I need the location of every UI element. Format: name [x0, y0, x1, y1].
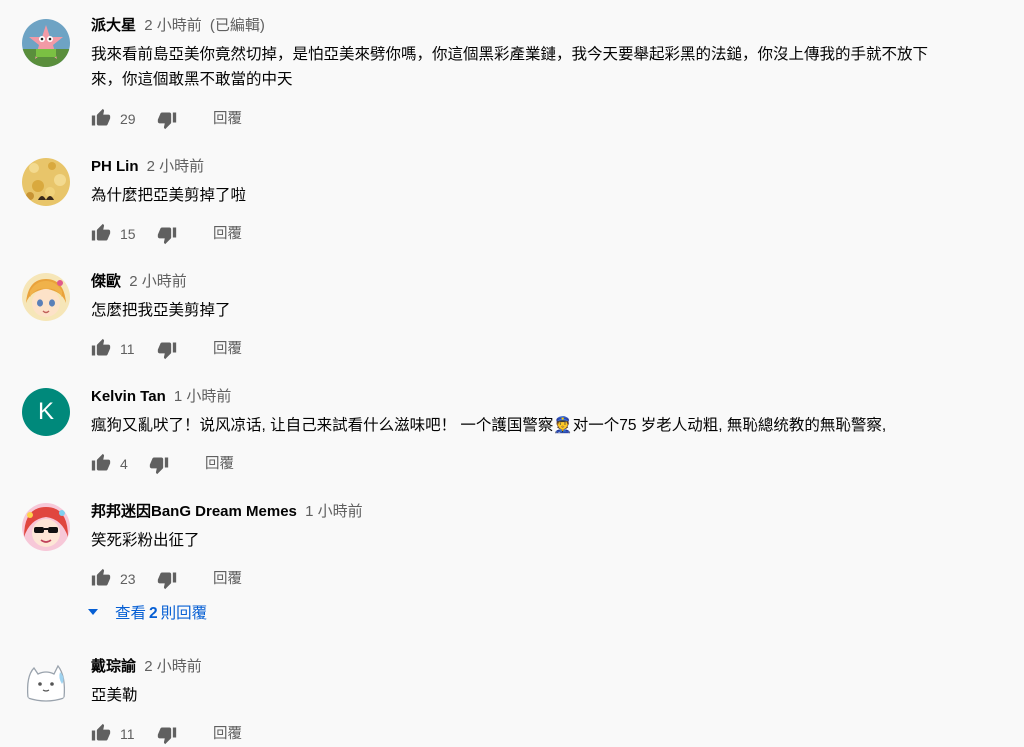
thumbs-up-icon[interactable] [91, 568, 111, 588]
avatar[interactable]: K [22, 388, 70, 436]
comment-time[interactable]: 1 小時前 [174, 388, 232, 405]
comment-text-line: 亞美勒 [91, 687, 138, 704]
thumbs-up-icon[interactable] [91, 108, 111, 128]
comment-actions: 11 回覆 [91, 338, 1024, 362]
like-count: 11 [120, 341, 135, 357]
comment-time[interactable]: 2 小時前 [144, 658, 202, 675]
comment-time[interactable]: 1 小時前 [305, 503, 363, 520]
comment-author[interactable]: 戴琮諭 [91, 658, 136, 675]
comment-text-line: 瘋狗又亂吠了！说风凉话, 让自己来試看什么滋味吧！ 一个護国警察👮对一个75 岁… [91, 417, 887, 434]
view-replies-suffix: 則回覆 [160, 605, 208, 622]
comment-time[interactable]: 2 小時前 [144, 17, 202, 34]
like-count: 4 [120, 456, 128, 472]
thumbs-up-icon[interactable] [91, 223, 111, 243]
reply-button[interactable]: 回覆 [213, 725, 242, 743]
reply-button[interactable]: 回覆 [213, 570, 242, 588]
avatar[interactable] [22, 658, 70, 706]
thumbs-down-icon[interactable] [149, 455, 169, 475]
comment-author[interactable]: 邦邦迷因BanG Dream Memes [91, 503, 297, 520]
avatar[interactable] [22, 19, 70, 67]
comment-text: 為什麼把亞美剪掉了啦 [91, 183, 1024, 208]
comment-text-line: 來，你這個敢黑不敢當的中天 [91, 71, 293, 88]
comment-author[interactable]: 派大星 [91, 17, 136, 34]
comment-text: 笑死彩粉出征了 [91, 528, 1024, 553]
comment-text-line: 為什麼把亞美剪掉了啦 [91, 187, 247, 204]
like-count: 11 [120, 726, 135, 742]
comment-text: 亞美勒 [91, 683, 1024, 708]
thumbs-up-icon[interactable] [91, 723, 111, 743]
comment-actions: 23 回覆 [91, 568, 1024, 592]
comment-actions: 11 回覆 [91, 723, 1024, 747]
avatar-letter: K [37, 398, 54, 425]
chevron-down-icon [88, 609, 98, 616]
view-replies-button[interactable]: 查看 2 則回覆 [88, 604, 207, 624]
view-replies-count: 2 [149, 605, 158, 622]
thumbs-down-icon[interactable] [157, 225, 177, 245]
like-count: 15 [120, 226, 136, 242]
like-count: 23 [120, 571, 136, 587]
comment-actions: 15 回覆 [91, 223, 1024, 247]
avatar[interactable] [22, 503, 70, 551]
avatar[interactable] [22, 158, 70, 206]
view-replies-prefix: 查看 [115, 605, 147, 622]
comment-author[interactable]: Kelvin Tan [91, 388, 166, 405]
thumbs-up-icon[interactable] [91, 453, 111, 473]
comment-actions: 4 回覆 [91, 453, 1024, 477]
reply-button[interactable]: 回覆 [213, 110, 242, 128]
comment-text-line: 我來看前島亞美你竟然切掉，是怕亞美來劈你嗎，你這個黑彩產業鏈，我今天要舉起彩黑的… [91, 46, 929, 63]
comment-author[interactable]: PH Lin [91, 158, 139, 175]
comment-text: 怎麼把我亞美剪掉了 [91, 298, 1024, 323]
reply-button[interactable]: 回覆 [213, 340, 242, 358]
comment-actions: 29 回覆 [91, 108, 1024, 132]
comment-text: 我來看前島亞美你竟然切掉，是怕亞美來劈你嗎，你這個黑彩產業鏈，我今天要舉起彩黑的… [91, 42, 1024, 92]
comment-time[interactable]: 2 小時前 [129, 273, 187, 290]
edited-label: (已編輯) [209, 17, 265, 34]
avatar[interactable] [22, 273, 70, 321]
comment-text-line: 笑死彩粉出征了 [91, 532, 200, 549]
comment-text: 瘋狗又亂吠了！说风凉话, 让自己来試看什么滋味吧！ 一个護国警察👮对一个75 岁… [91, 413, 1024, 438]
comment-author[interactable]: 傑歐 [91, 273, 121, 290]
comment-text-line: 怎麼把我亞美剪掉了 [91, 302, 231, 319]
comment-time[interactable]: 2 小時前 [147, 158, 205, 175]
thumbs-up-icon[interactable] [91, 338, 111, 358]
thumbs-down-icon[interactable] [157, 340, 177, 360]
thumbs-down-icon[interactable] [157, 725, 177, 745]
thumbs-down-icon[interactable] [157, 570, 177, 590]
reply-button[interactable]: 回覆 [213, 225, 242, 243]
thumbs-down-icon[interactable] [157, 110, 177, 130]
reply-button[interactable]: 回覆 [205, 455, 234, 473]
like-count: 29 [120, 111, 136, 127]
